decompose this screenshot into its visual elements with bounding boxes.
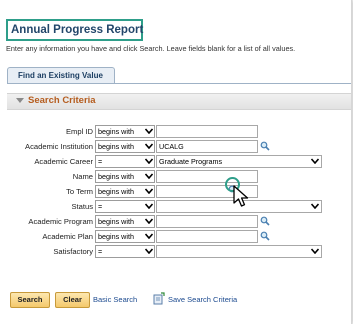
magnifier-icon[interactable] — [260, 231, 270, 241]
academic-plan-operator-value: begins with — [98, 232, 134, 241]
academic-career-label: Academic Career — [34, 157, 93, 166]
satisfactory-select[interactable] — [156, 245, 322, 258]
academic-plan-label: Academic Plan — [42, 232, 93, 241]
academic-program-operator-select[interactable]: begins with — [95, 215, 155, 228]
academic-plan-input[interactable] — [156, 230, 258, 243]
to-term-label: To Term — [66, 187, 93, 196]
chevron-down-icon — [145, 203, 153, 209]
to-term-operator-value: begins with — [98, 187, 134, 196]
field-row-academic-career: Academic Career = Graduate Programs — [0, 155, 351, 168]
search-instructions: Enter any information you have and click… — [6, 44, 296, 53]
academic-institution-input[interactable]: UCALG — [156, 140, 258, 153]
magnifier-icon[interactable] — [260, 141, 270, 151]
satisfactory-label: Satisfactory — [53, 247, 93, 256]
tab-divider — [7, 83, 351, 84]
name-operator-select[interactable]: begins with — [95, 170, 155, 183]
field-row-satisfactory: Satisfactory = — [0, 245, 351, 258]
academic-institution-operator-select[interactable]: begins with — [95, 140, 155, 153]
status-label: Status — [71, 202, 93, 211]
academic-institution-operator-value: begins with — [98, 142, 134, 151]
search-button[interactable]: Search — [10, 292, 50, 308]
chevron-down-icon — [145, 173, 153, 179]
academic-career-select[interactable]: Graduate Programs — [156, 155, 322, 168]
academic-career-operator-value: = — [98, 157, 103, 166]
field-row-status: Status = — [0, 200, 351, 213]
search-criteria-title: Search Criteria — [28, 95, 96, 106]
academic-program-label: Academic Program — [28, 217, 93, 226]
satisfactory-operator-value: = — [98, 247, 103, 256]
status-operator-select[interactable]: = — [95, 200, 155, 213]
chevron-down-icon — [145, 218, 153, 224]
empl-id-input[interactable] — [156, 125, 258, 138]
name-operator-value: begins with — [98, 172, 134, 181]
academic-program-operator-value: begins with — [98, 217, 134, 226]
page-title: Annual Progress Report — [6, 19, 143, 41]
empl-id-operator-value: begins with — [98, 127, 134, 136]
mouse-pointer-icon — [233, 185, 249, 207]
academic-plan-operator-select[interactable]: begins with — [95, 230, 155, 243]
academic-career-value: Graduate Programs — [159, 157, 223, 166]
clear-button[interactable]: Clear — [55, 292, 90, 308]
empl-id-operator-select[interactable]: begins with — [95, 125, 155, 138]
academic-institution-label: Academic Institution — [25, 142, 93, 151]
empl-id-label: Empl ID — [65, 127, 93, 136]
chevron-down-icon — [311, 248, 319, 254]
field-row-academic-program: Academic Program begins with — [0, 215, 351, 228]
collapse-arrow-icon[interactable] — [16, 98, 24, 103]
name-label: Name — [72, 172, 93, 181]
academic-career-operator-select[interactable]: = — [95, 155, 155, 168]
academic-program-input[interactable] — [156, 215, 258, 228]
chevron-down-icon — [145, 188, 153, 194]
satisfactory-operator-select[interactable]: = — [95, 245, 155, 258]
magnifier-icon[interactable] — [260, 216, 270, 226]
field-row-academic-plan: Academic Plan begins with — [0, 230, 351, 243]
chevron-down-icon — [145, 233, 153, 239]
chevron-down-icon — [311, 203, 319, 209]
chevron-down-icon — [145, 248, 153, 254]
search-actions: Search Clear Basic Search Save Search Cr… — [0, 292, 351, 308]
name-input[interactable] — [156, 170, 258, 183]
field-row-empl-id: Empl ID begins with — [0, 125, 351, 138]
save-search-criteria-link[interactable]: Save Search Criteria — [168, 293, 237, 306]
tab-find-existing-value[interactable]: Find an Existing Value — [7, 67, 115, 83]
chevron-down-icon — [145, 128, 153, 134]
search-criteria-header[interactable]: Search Criteria — [7, 93, 351, 110]
search-page-panel: Annual Progress Report Enter any informa… — [0, 0, 352, 324]
save-criteria-icon[interactable] — [153, 292, 165, 305]
field-row-to-term: To Term begins with — [0, 185, 351, 198]
chevron-down-icon — [311, 158, 319, 164]
basic-search-link[interactable]: Basic Search — [93, 293, 137, 306]
field-row-name: Name begins with — [0, 170, 351, 183]
to-term-operator-select[interactable]: begins with — [95, 185, 155, 198]
field-row-academic-institution: Academic Institution begins with UCALG — [0, 140, 351, 153]
chevron-down-icon — [145, 158, 153, 164]
chevron-down-icon — [145, 143, 153, 149]
status-operator-value: = — [98, 202, 103, 211]
